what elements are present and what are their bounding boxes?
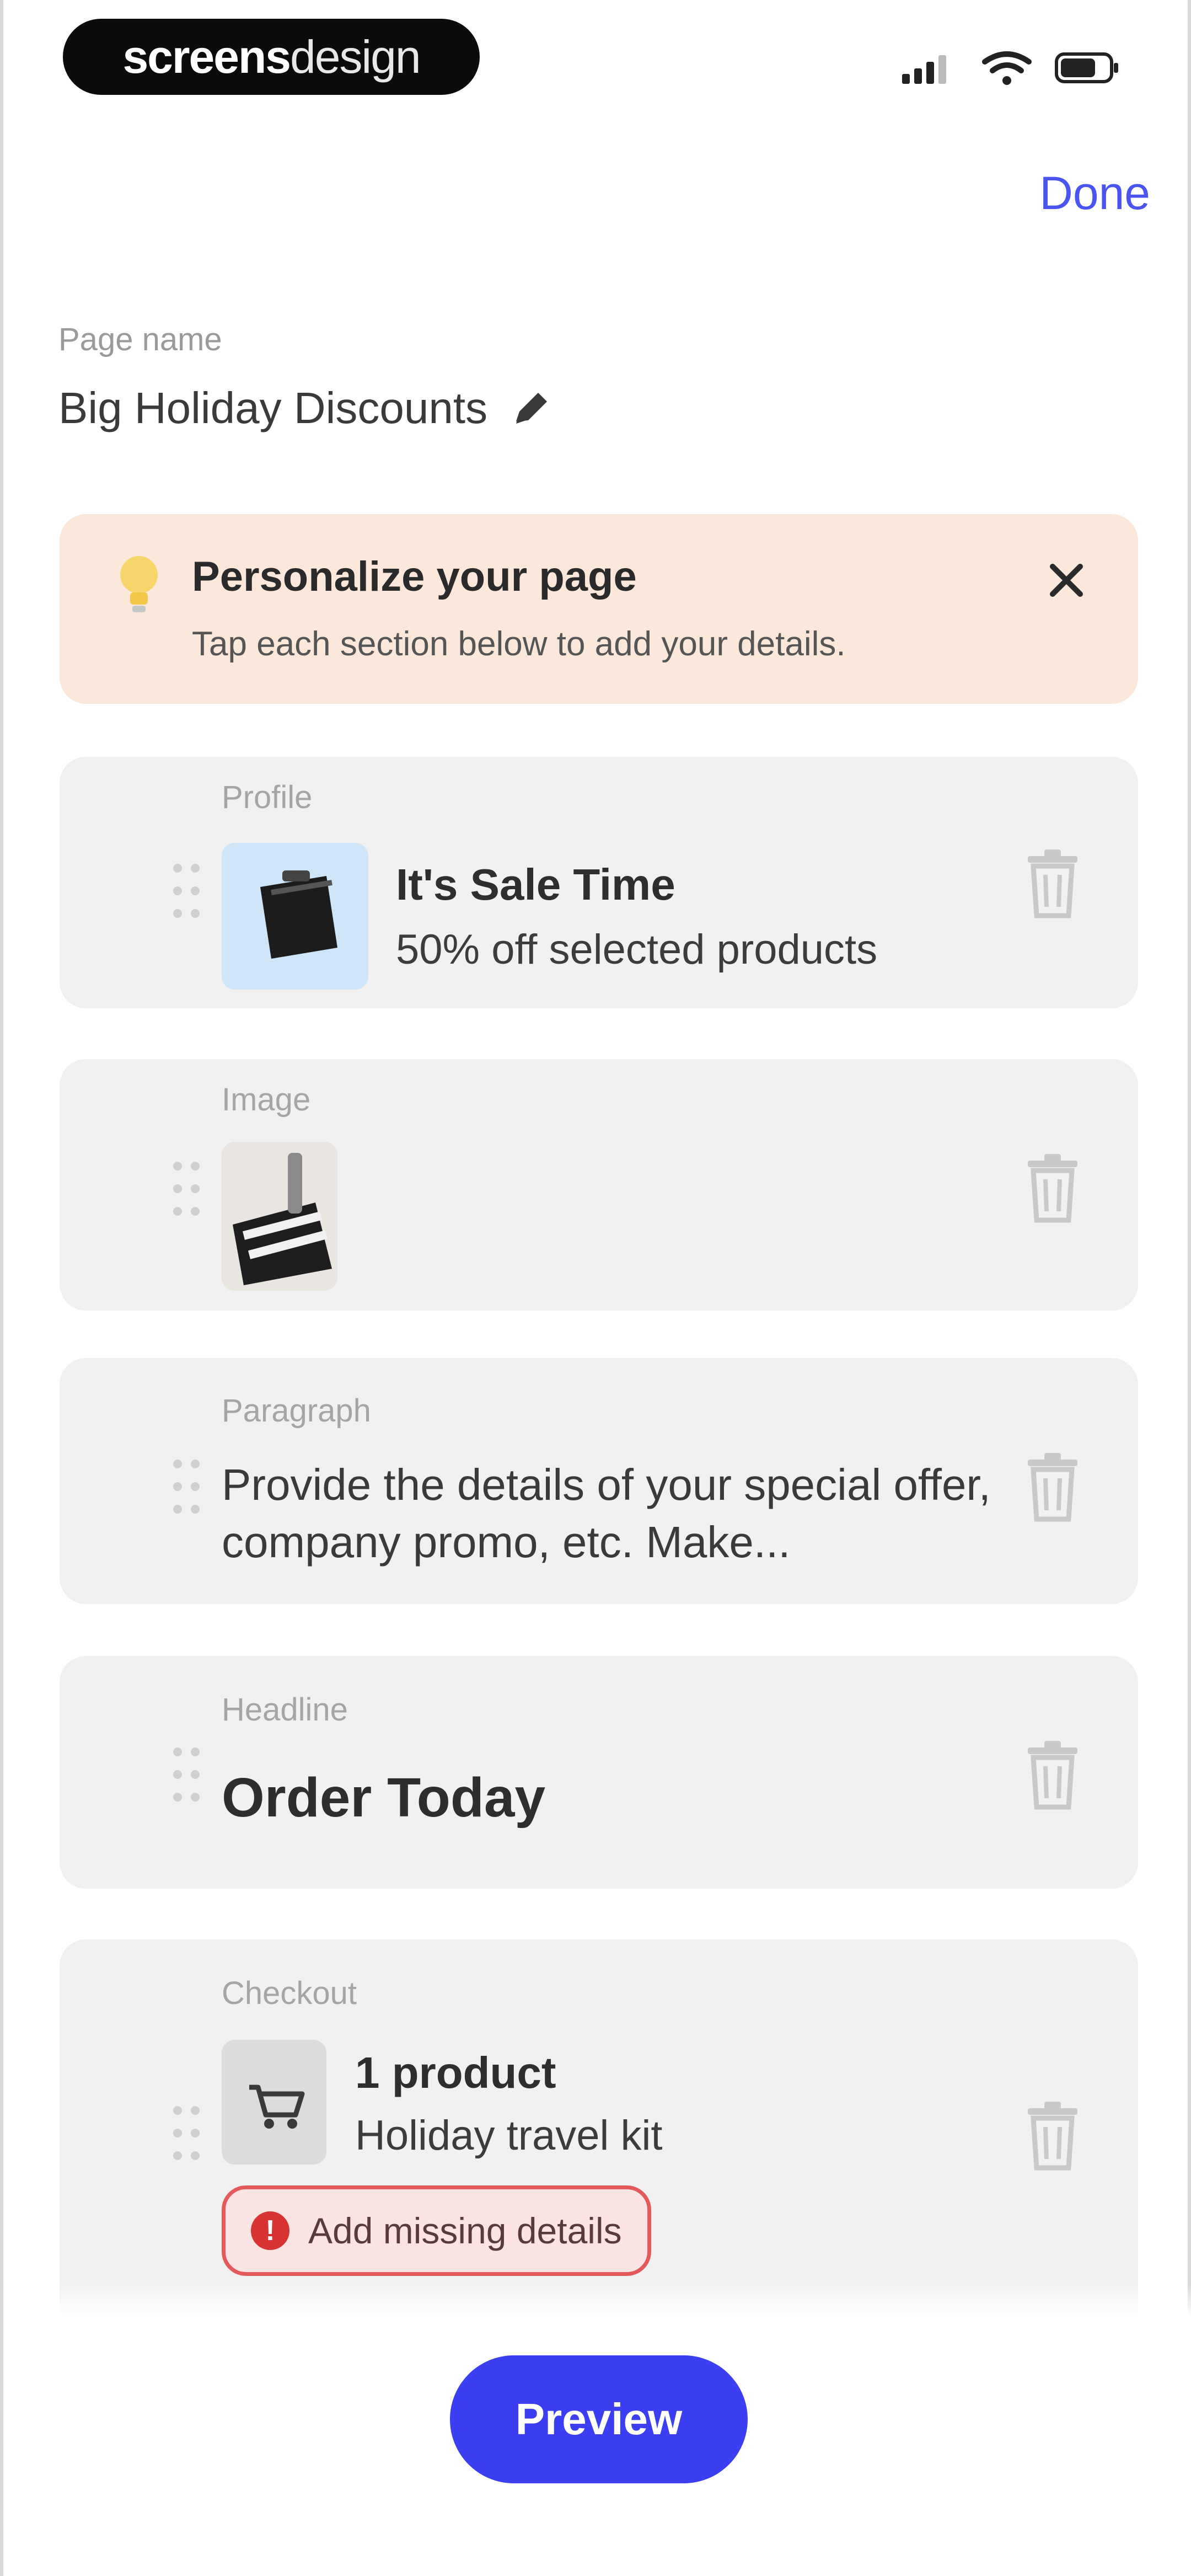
checkout-subtitle: Holiday travel kit: [355, 2112, 663, 2159]
trash-icon[interactable]: [1022, 1739, 1083, 1810]
cart-icon: [222, 2040, 326, 2165]
done-button[interactable]: Done: [1018, 165, 1150, 221]
status-bar: screens design: [3, 0, 1191, 127]
section-image-thumbnail: [222, 1142, 337, 1291]
signal-icon: [902, 55, 946, 84]
wifi-icon: [982, 51, 1032, 85]
drag-handle-icon[interactable]: [170, 861, 203, 921]
section-paragraph[interactable]: Paragraph Provide the details of your sp…: [60, 1358, 1138, 1604]
section-checkout[interactable]: Checkout 1 product Holiday travel kit ! …: [60, 1939, 1138, 2337]
close-icon[interactable]: [1039, 553, 1094, 608]
pencil-icon[interactable]: [509, 386, 554, 430]
checkout-title: 1 product: [355, 2048, 556, 2097]
page-name-value[interactable]: Big Holiday Discounts: [58, 383, 487, 434]
section-profile[interactable]: Profile It's Sale Time 50% off selected …: [60, 757, 1138, 1008]
brand-logo: screens design: [63, 19, 480, 95]
profile-thumbnail: [222, 843, 368, 990]
page-name-label: Page name: [58, 322, 222, 357]
personalize-tip-card: Personalize your page Tap each section b…: [60, 514, 1138, 704]
drag-handle-icon[interactable]: [170, 1744, 203, 1805]
error-icon: !: [251, 2211, 289, 2250]
lightbulb-icon: [112, 551, 165, 617]
section-label-checkout: Checkout: [222, 1975, 357, 2011]
status-icons: [897, 49, 1128, 87]
headline-text: Order Today: [222, 1767, 546, 1829]
battery-icon: [1055, 52, 1118, 83]
section-image[interactable]: Image: [60, 1059, 1138, 1311]
profile-title: It's Sale Time: [396, 860, 675, 909]
trash-icon[interactable]: [1022, 1152, 1083, 1223]
section-label-headline: Headline: [222, 1692, 348, 1728]
status-icons-svg: [902, 51, 1118, 85]
page-name-row[interactable]: Big Holiday Discounts: [58, 375, 554, 441]
tip-subtitle: Tap each section below to add your detai…: [192, 625, 846, 663]
drag-handle-icon[interactable]: [170, 1158, 203, 1219]
trash-icon[interactable]: [1022, 2099, 1083, 2171]
drag-handle-icon[interactable]: [170, 2103, 203, 2163]
drag-handle-icon[interactable]: [170, 1456, 203, 1517]
add-missing-details-button[interactable]: ! Add missing details: [222, 2185, 651, 2276]
trash-icon[interactable]: [1022, 847, 1083, 919]
trash-icon[interactable]: [1022, 1451, 1083, 1522]
app-screen: screens design Done Page name Big Holida…: [0, 0, 1191, 2576]
section-label-paragraph: Paragraph: [222, 1393, 371, 1429]
brand-text-primary: screens: [122, 30, 291, 83]
section-label-profile: Profile: [222, 779, 313, 815]
tip-title: Personalize your page: [192, 553, 637, 600]
section-headline[interactable]: Headline Order Today: [60, 1656, 1138, 1889]
paragraph-text: Provide the details of your special offe…: [222, 1460, 991, 1567]
preview-button[interactable]: Preview: [450, 2355, 748, 2483]
profile-subtitle: 50% off selected products: [396, 926, 878, 973]
missing-details-label: Add missing details: [308, 2210, 622, 2251]
brand-text-secondary: design: [290, 30, 421, 83]
section-label-image: Image: [222, 1082, 311, 1118]
